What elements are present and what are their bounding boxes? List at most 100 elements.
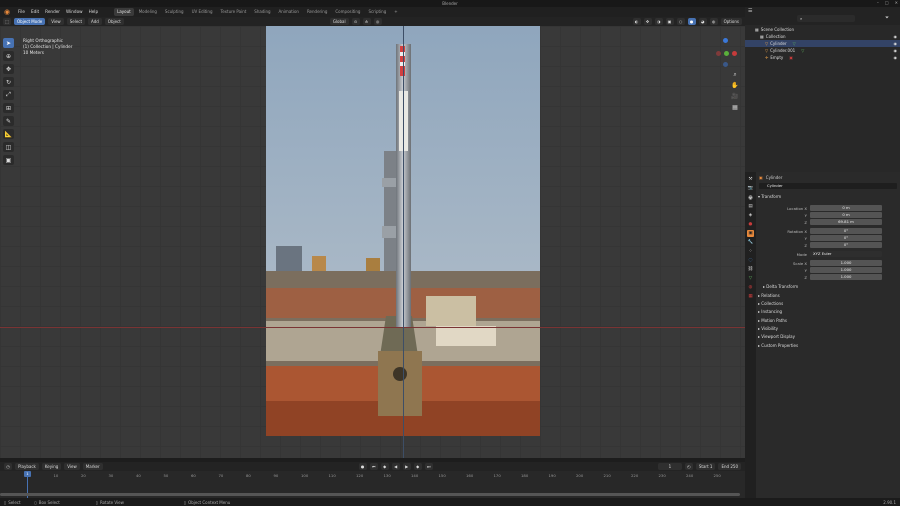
play-reverse-icon[interactable]: ◀ — [391, 463, 400, 470]
outliner-item-collection[interactable]: ▦ Collection ◉ — [745, 33, 900, 40]
current-frame-field[interactable]: 1 — [657, 463, 682, 470]
rotate-tool-icon[interactable]: ↻ — [3, 77, 14, 87]
shading-material-icon[interactable]: ◕ — [698, 18, 707, 25]
tab-animation[interactable]: Animation — [276, 8, 302, 16]
cursor-tool-icon[interactable]: ⊕ — [3, 51, 14, 61]
shading-solid-icon[interactable]: ● — [687, 18, 696, 25]
blender-logo-icon[interactable]: ◉ — [3, 8, 11, 16]
scale-x-field[interactable]: 1.000 — [810, 260, 882, 266]
output-tab-icon[interactable]: 🖶 — [747, 194, 754, 201]
prev-keyframe-icon[interactable]: ◆ — [380, 463, 389, 470]
tab-modeling[interactable]: Modeling — [136, 8, 160, 16]
visibility-icon[interactable]: ◐ — [632, 18, 641, 25]
tab-scripting[interactable]: Scripting — [365, 8, 389, 16]
play-icon[interactable]: ▶ — [402, 463, 411, 470]
custom-properties-section[interactable]: ▸ Custom Properties — [758, 342, 798, 350]
transform-tool-icon[interactable]: ⊞ — [3, 103, 14, 113]
menu-playback[interactable]: Playback — [15, 463, 39, 470]
render-tab-icon[interactable]: 📷 — [747, 185, 754, 192]
menu-file[interactable]: File — [16, 7, 27, 17]
perspective-toggle-icon[interactable]: ▦ — [730, 103, 740, 112]
shading-render-icon[interactable]: ◍ — [709, 18, 718, 25]
modifier-tab-icon[interactable]: 🔧 — [747, 239, 754, 246]
delta-transform-section[interactable]: ▸ Delta Transform — [763, 283, 798, 291]
object-name-field[interactable]: Cylinder — [759, 183, 897, 189]
pivot-icon[interactable]: ⊙ — [351, 18, 360, 25]
orientation-selector[interactable]: Global — [329, 18, 349, 25]
eye-icon[interactable]: ◉ — [894, 41, 898, 46]
menu-object[interactable]: Object — [104, 18, 124, 25]
texture-tab-icon[interactable]: ▦ — [747, 293, 754, 300]
location-z-field[interactable]: 69.81 m — [810, 219, 882, 225]
record-icon[interactable]: ● — [358, 463, 367, 470]
outliner-item-cylinder-001[interactable]: ▽ Cylinder.001 ▽ ◉ — [745, 47, 900, 54]
tool-tab-icon[interactable]: ⚒ — [747, 176, 754, 183]
particles-tab-icon[interactable]: ⁘ — [747, 248, 754, 255]
relations-section[interactable]: ▸ Relations — [758, 292, 780, 300]
menu-select[interactable]: Select — [66, 18, 86, 25]
annotate-tool-icon[interactable]: ✎ — [3, 116, 14, 126]
outliner-item-empty[interactable]: ✛ Empty ▣ ◉ — [745, 54, 900, 61]
timeline-scrollbar[interactable] — [0, 493, 740, 496]
tab-rendering[interactable]: Rendering — [304, 8, 330, 16]
camera-view-icon[interactable]: 🎥 — [730, 92, 740, 101]
viewport-display-section[interactable]: ▸ Viewport Display — [758, 333, 795, 341]
material-tab-icon[interactable]: ◍ — [747, 284, 754, 291]
motion-paths-section[interactable]: ▸ Motion Paths — [758, 317, 787, 325]
jump-start-icon[interactable]: ⏮ — [369, 463, 378, 470]
measure-tool-icon[interactable]: 📐 — [3, 129, 14, 139]
visibility-section[interactable]: ▸ Visibility — [758, 325, 778, 333]
filter-icon[interactable]: ⏷ — [885, 15, 889, 21]
menu-timeline-view[interactable]: View — [64, 463, 80, 470]
add-workspace-button[interactable]: + — [391, 8, 400, 16]
add-cube-tool-icon[interactable]: ◫ — [3, 142, 14, 152]
minimize-button[interactable]: – — [877, 0, 879, 7]
tab-shading[interactable]: Shading — [251, 8, 273, 16]
rotation-y-field[interactable]: 0° — [810, 235, 882, 241]
data-tab-icon[interactable]: ▽ — [747, 275, 754, 282]
timeline-area[interactable]: 0102030405060708090100110120130140150160… — [0, 471, 745, 498]
outliner-search-input[interactable]: ⌕ — [797, 15, 855, 22]
tab-texture-paint[interactable]: Texture Paint — [217, 8, 249, 16]
navigation-gizmo[interactable] — [715, 36, 737, 68]
transform-section-header[interactable]: ▾ Transform — [758, 193, 781, 201]
tab-sculpting[interactable]: Sculpting — [162, 8, 187, 16]
location-x-field[interactable]: 0 m — [810, 205, 882, 211]
rotation-x-field[interactable]: 0° — [810, 228, 882, 234]
menu-window[interactable]: Window — [64, 7, 85, 17]
constraints-tab-icon[interactable]: ⛓ — [747, 266, 754, 273]
eye-icon[interactable]: ◉ — [894, 55, 898, 60]
rotation-z-field[interactable]: 0° — [810, 242, 882, 248]
overlay-icon[interactable]: ◑ — [654, 18, 663, 25]
eye-icon[interactable]: ◉ — [894, 34, 898, 39]
select-box-tool-icon[interactable]: ➤ — [3, 38, 14, 48]
preview-range-icon[interactable]: ◴ — [684, 463, 693, 470]
next-keyframe-icon[interactable]: ◆ — [413, 463, 422, 470]
outliner-item-cylinder[interactable]: ▽ Cylinder ▽ ◉ — [745, 40, 900, 47]
view-layer-tab-icon[interactable]: ▤ — [747, 203, 754, 210]
zoom-icon[interactable]: ⌕ — [730, 70, 740, 79]
options-menu[interactable]: Options — [720, 18, 742, 25]
3d-viewport[interactable]: ➤ ⊕ ✥ ↻ ⤢ ⊞ ✎ 📐 ◫ ▣ Right Orthographic (… — [0, 26, 745, 458]
eye-icon[interactable]: ◉ — [894, 48, 898, 53]
physics-tab-icon[interactable]: ◌ — [747, 257, 754, 264]
outliner-editor-icon[interactable]: ☰ — [748, 8, 752, 14]
scale-z-field[interactable]: 1.000 — [810, 274, 882, 280]
menu-add[interactable]: Add — [88, 18, 102, 25]
tab-compositing[interactable]: Compositing — [332, 8, 363, 16]
rotation-mode-select[interactable]: XYZ Euler — [810, 251, 882, 257]
menu-edit[interactable]: Edit — [29, 7, 41, 17]
mode-selector[interactable]: Object Mode — [14, 18, 46, 25]
scene-tab-icon[interactable]: ◈ — [747, 212, 754, 219]
outliner-item-scene-collection[interactable]: ▦ Scene Collection — [745, 26, 900, 33]
close-button[interactable]: ✕ — [895, 0, 898, 7]
editor-type-icon[interactable]: ⬚ — [3, 18, 11, 25]
timeline-editor-icon[interactable]: ◷ — [4, 463, 12, 470]
end-frame-field[interactable]: End 250 — [718, 463, 741, 470]
maximize-button[interactable]: □ — [885, 0, 889, 7]
tab-layout[interactable]: Layout — [114, 8, 134, 16]
xray-icon[interactable]: ▣ — [665, 18, 674, 25]
collections-section[interactable]: ▸ Collections — [758, 300, 783, 308]
menu-keying[interactable]: Keying — [41, 463, 62, 470]
world-tab-icon[interactable]: ● — [747, 221, 754, 228]
